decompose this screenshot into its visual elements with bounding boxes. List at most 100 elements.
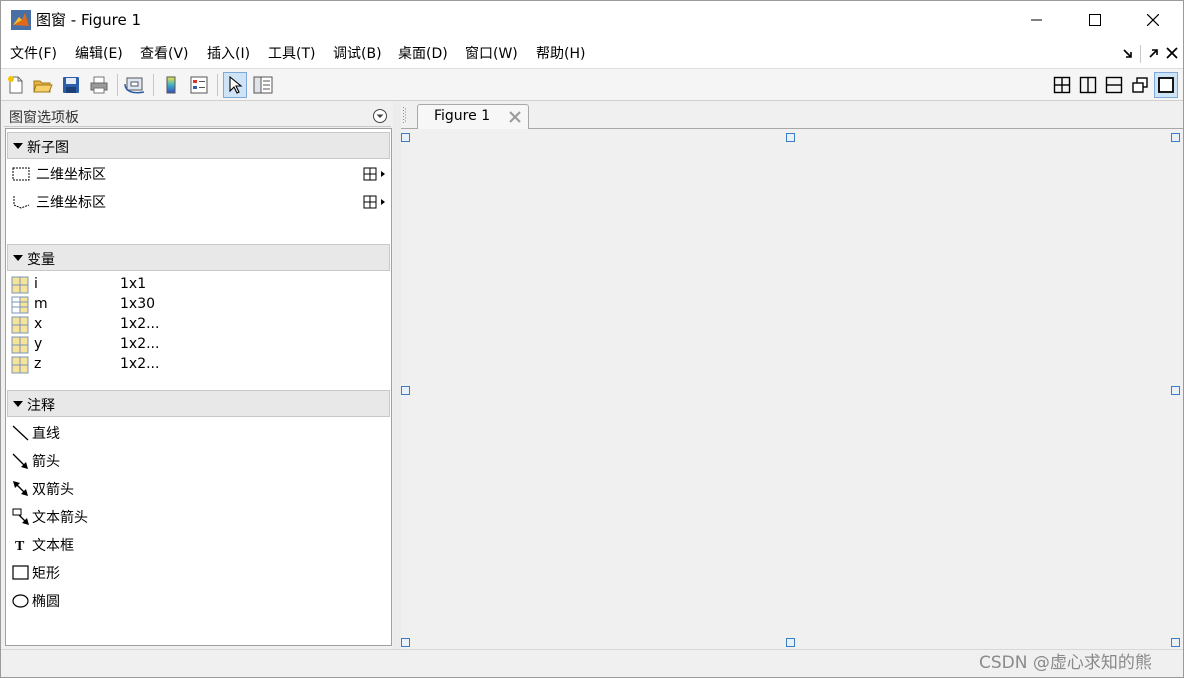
variable-row[interactable]: x 1x2... bbox=[6, 315, 389, 335]
property-editor-icon bbox=[253, 76, 273, 94]
annotation-textbox[interactable]: T 文本框 bbox=[6, 533, 389, 557]
item-label: 文本箭头 bbox=[32, 510, 88, 526]
menu-window[interactable]: 窗口(W) bbox=[465, 44, 518, 64]
panel-splitter[interactable] bbox=[393, 101, 401, 649]
toolbar bbox=[1, 69, 1183, 101]
variable-row[interactable]: z 1x2... bbox=[6, 355, 389, 375]
subplot-3d-axes[interactable]: 三维坐标区 bbox=[6, 190, 389, 214]
collapse-triangle-icon bbox=[13, 143, 23, 149]
menu-insert[interactable]: 插入(I) bbox=[207, 44, 250, 64]
menu-separator bbox=[1140, 45, 1141, 63]
close-panel-icon[interactable] bbox=[1166, 47, 1178, 59]
insert-colorbar-button[interactable] bbox=[159, 72, 183, 98]
print-button[interactable] bbox=[87, 72, 111, 98]
selection-handle[interactable] bbox=[786, 638, 795, 647]
matrix-variable-icon bbox=[11, 336, 29, 354]
title-bar: 图窗 - Figure 1 bbox=[1, 1, 1183, 39]
variable-size: 1x2... bbox=[120, 316, 160, 332]
save-button[interactable] bbox=[59, 72, 83, 98]
annotation-rectangle[interactable]: 矩形 bbox=[6, 561, 389, 585]
section-new-subplot[interactable]: 新子图 bbox=[7, 132, 390, 159]
variable-name: i bbox=[34, 276, 38, 292]
figure-canvas[interactable] bbox=[401, 129, 1183, 649]
annotation-ellipse[interactable]: 椭圆 bbox=[6, 589, 389, 613]
selection-handle[interactable] bbox=[1171, 133, 1180, 142]
menu-debug[interactable]: 调试(B) bbox=[333, 44, 382, 64]
rectangle-icon bbox=[12, 565, 29, 580]
collapse-triangle-icon bbox=[13, 255, 23, 261]
selection-handle[interactable] bbox=[401, 638, 410, 647]
double-arrow-icon bbox=[13, 481, 28, 496]
figure-palette: 新子图 二维坐标区 三维坐标区 变量 i 1x1 m 1x30 x 1x2...… bbox=[5, 128, 392, 646]
section-annotations[interactable]: 注释 bbox=[7, 390, 390, 417]
variable-name: z bbox=[34, 356, 42, 372]
annotation-double-arrow[interactable]: 双箭头 bbox=[6, 477, 389, 501]
tab-label: Figure 1 bbox=[434, 108, 491, 124]
tab-figure-1[interactable]: Figure 1 bbox=[417, 104, 529, 130]
variable-size: 1x1 bbox=[120, 276, 147, 292]
selection-handle[interactable] bbox=[1171, 386, 1180, 395]
pointer-arrow-icon bbox=[229, 75, 243, 94]
variable-row[interactable]: y 1x2... bbox=[6, 335, 389, 355]
new-file-icon bbox=[8, 76, 23, 94]
open-file-button[interactable] bbox=[31, 72, 55, 98]
tile-columns-button[interactable] bbox=[1076, 72, 1100, 98]
subplot-2d-axes[interactable]: 二维坐标区 bbox=[6, 162, 389, 186]
variable-size: 1x2... bbox=[120, 356, 160, 372]
item-label: 直线 bbox=[32, 426, 60, 442]
selection-handle[interactable] bbox=[1171, 638, 1180, 647]
tile-rows-button[interactable] bbox=[1102, 72, 1126, 98]
link-plot-icon bbox=[124, 77, 145, 94]
figure-palette-header: 图窗选项板 bbox=[4, 105, 391, 127]
arrow-icon bbox=[12, 453, 28, 469]
item-label: 文本框 bbox=[32, 538, 74, 554]
close-button[interactable] bbox=[1124, 1, 1182, 39]
variable-name: y bbox=[34, 336, 43, 352]
maximize-button[interactable] bbox=[1066, 1, 1124, 39]
variable-row[interactable]: i 1x1 bbox=[6, 275, 389, 295]
maximize-icon bbox=[1089, 14, 1101, 26]
selection-handle[interactable] bbox=[401, 133, 410, 142]
float-layout-button[interactable] bbox=[1128, 72, 1152, 98]
link-plot-button[interactable] bbox=[123, 72, 147, 98]
grip-icon[interactable] bbox=[403, 107, 407, 125]
menu-file[interactable]: 文件(F) bbox=[10, 44, 57, 64]
vector-variable-icon bbox=[11, 296, 29, 314]
palette-options-icon[interactable] bbox=[372, 108, 388, 124]
rows-layout-icon bbox=[1105, 76, 1123, 94]
annotation-text-arrow[interactable]: 文本箭头 bbox=[6, 505, 389, 529]
save-icon bbox=[63, 77, 79, 93]
property-editor-button[interactable] bbox=[251, 72, 275, 98]
grid-layout-icon bbox=[1053, 76, 1071, 94]
undock-icon[interactable] bbox=[1146, 47, 1160, 61]
annotation-arrow[interactable]: 箭头 bbox=[6, 449, 389, 473]
dock-icon[interactable] bbox=[1121, 47, 1135, 61]
collapse-triangle-icon bbox=[13, 401, 23, 407]
insert-legend-button[interactable] bbox=[187, 72, 211, 98]
tile-grid-button[interactable] bbox=[1050, 72, 1074, 98]
variable-size: 1x2... bbox=[120, 336, 160, 352]
grid-arrow-icon[interactable] bbox=[362, 194, 388, 210]
menu-help[interactable]: 帮助(H) bbox=[536, 44, 585, 64]
minimize-button[interactable] bbox=[1008, 1, 1066, 39]
variable-row[interactable]: m 1x30 bbox=[6, 295, 389, 315]
grid-arrow-icon[interactable] bbox=[362, 166, 388, 182]
toolbar-separator bbox=[217, 74, 218, 96]
menu-view[interactable]: 查看(V) bbox=[140, 44, 189, 64]
figure-tab-strip: Figure 1 bbox=[401, 101, 1183, 130]
menu-desktop[interactable]: 桌面(D) bbox=[398, 44, 448, 64]
close-tab-icon[interactable] bbox=[508, 110, 522, 124]
maximize-layout-button[interactable] bbox=[1154, 72, 1178, 98]
line-icon bbox=[12, 425, 29, 441]
watermark-text: CSDN @虚心求知的熊 bbox=[979, 653, 1152, 673]
selection-handle[interactable] bbox=[401, 386, 410, 395]
menu-edit[interactable]: 编辑(E) bbox=[75, 44, 123, 64]
menu-tools[interactable]: 工具(T) bbox=[268, 44, 315, 64]
annotation-line[interactable]: 直线 bbox=[6, 421, 389, 445]
section-label: 变量 bbox=[27, 252, 55, 268]
selection-handle[interactable] bbox=[786, 133, 795, 142]
section-variables[interactable]: 变量 bbox=[7, 244, 390, 271]
edit-plot-button[interactable] bbox=[223, 72, 247, 98]
palette-title: 图窗选项板 bbox=[9, 110, 79, 126]
new-figure-button[interactable] bbox=[4, 72, 28, 98]
